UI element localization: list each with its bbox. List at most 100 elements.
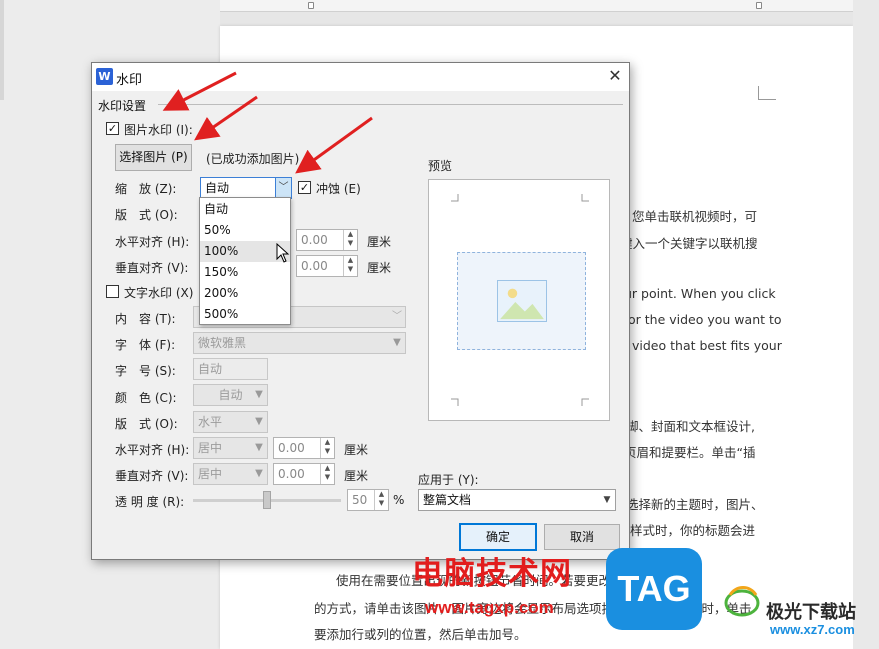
text-layout-value: 水平 bbox=[198, 415, 223, 429]
transparency-slider-thumb[interactable] bbox=[263, 491, 271, 509]
color-select-value: 自动 bbox=[218, 388, 243, 402]
text-v-offset-value: 0.00 bbox=[278, 467, 305, 481]
scale-select-value: 自动 bbox=[205, 181, 230, 195]
doc-text-line: 样式时，你的标题会进 bbox=[630, 523, 756, 538]
picture-v-offset-input[interactable]: 0.00 ▲ ▼ bbox=[296, 255, 358, 277]
spinner-arrows-icon[interactable]: ▲ ▼ bbox=[320, 464, 334, 484]
text-layout-label: 版 式 (O): bbox=[115, 417, 178, 431]
text-layout-select[interactable]: 水平 ▼ bbox=[193, 411, 268, 433]
crop-mark-icon bbox=[451, 398, 459, 406]
text-v-align-label: 垂直对齐 (V): bbox=[115, 469, 189, 483]
content-label: 内 容 (T): bbox=[115, 312, 176, 326]
apply-to-value: 整篇文档 bbox=[423, 493, 472, 507]
page-corner-mark bbox=[758, 86, 776, 100]
ruler-right-marker[interactable] bbox=[756, 2, 762, 9]
doc-text-line: 页眉和提要栏。单击“插 bbox=[624, 445, 756, 460]
transparency-value: 50 bbox=[352, 493, 368, 507]
scale-option[interactable]: 自动 bbox=[200, 199, 290, 220]
horizontal-ruler[interactable] bbox=[220, 0, 860, 12]
select-picture-button[interactable]: 选择图片 (P) bbox=[115, 144, 192, 171]
picture-added-status: (已成功添加图片) bbox=[206, 152, 300, 166]
watermark-dialog: W 水印 ✕ 水印设置 ✓ 图片水印 (I): 选择图片 (P) (已成功添加图… bbox=[91, 62, 630, 560]
watermark-settings-label: 水印设置 bbox=[98, 99, 147, 113]
text-h-offset-input[interactable]: 0.00 ▲ ▼ bbox=[273, 437, 335, 459]
text-h-unit: 厘米 bbox=[344, 443, 369, 457]
picture-watermark-checkbox[interactable]: ✓ bbox=[106, 122, 119, 135]
triangle-down-icon[interactable]: ▼ bbox=[251, 385, 267, 405]
aurora-logo-icon bbox=[724, 586, 760, 617]
scale-label: 缩 放 (Z): bbox=[115, 182, 177, 196]
apply-to-select[interactable]: 整篇文档 ▼ bbox=[418, 489, 616, 511]
site-watermark-url: www.tagxp.com bbox=[425, 598, 554, 617]
doc-text-line: 要添加行或列的位置，然后单击加号。 bbox=[314, 627, 527, 642]
triangle-down-icon[interactable]: ▼ bbox=[389, 333, 405, 353]
chevron-down-icon[interactable]: ﹀ bbox=[389, 307, 405, 327]
close-icon[interactable]: ✕ bbox=[604, 65, 626, 87]
triangle-down-icon[interactable]: ▼ bbox=[251, 412, 267, 432]
text-h-offset-value: 0.00 bbox=[278, 441, 305, 455]
spinner-arrows-icon[interactable]: ▲ ▼ bbox=[343, 230, 357, 250]
picture-h-offset-value: 0.00 bbox=[301, 233, 328, 247]
text-v-align-value: 居中 bbox=[198, 467, 223, 481]
doc-text-line: or the video you want to bbox=[628, 312, 782, 327]
spinner-arrows-icon[interactable]: ▲ ▼ bbox=[320, 438, 334, 458]
apply-to-label: 应用于 (Y): bbox=[418, 473, 479, 487]
dialog-titlebar[interactable]: W 水印 ✕ bbox=[92, 63, 629, 91]
picture-v-offset-value: 0.00 bbox=[301, 259, 328, 273]
text-v-offset-input[interactable]: 0.00 ▲ ▼ bbox=[273, 463, 335, 485]
ok-button[interactable]: 确定 bbox=[459, 523, 537, 551]
text-watermark-label: 文字水印 (X) bbox=[124, 286, 194, 300]
cancel-button[interactable]: 取消 bbox=[544, 524, 620, 550]
text-watermark-checkbox[interactable] bbox=[106, 285, 119, 298]
transparency-label: 透 明 度 (R): bbox=[115, 495, 185, 509]
doc-text-line: 键入一个关键字以联机搜 bbox=[620, 236, 758, 251]
image-placeholder-icon bbox=[497, 280, 547, 322]
site-watermark-text: 电脑技术网 bbox=[412, 556, 572, 592]
crop-mark-icon bbox=[581, 398, 589, 406]
dialog-title: 水印 bbox=[116, 73, 143, 88]
crop-mark-icon bbox=[451, 194, 459, 202]
text-h-align-value: 居中 bbox=[198, 441, 223, 455]
mouse-cursor-icon bbox=[276, 243, 290, 263]
triangle-down-icon[interactable]: ▼ bbox=[251, 464, 267, 484]
group-divider bbox=[158, 104, 623, 105]
spinner-arrows-icon[interactable]: ▲ ▼ bbox=[343, 256, 357, 276]
size-label: 字 号 (S): bbox=[115, 364, 176, 378]
font-label: 字 体 (F): bbox=[115, 338, 176, 352]
doc-text-line: ur point. When you click bbox=[624, 286, 776, 301]
brand2-watermark-url: www.xz7.com bbox=[770, 622, 855, 637]
crop-mark-icon bbox=[581, 194, 589, 202]
picture-v-unit: 厘米 bbox=[367, 261, 392, 275]
font-select[interactable]: 微软雅黑 ▼ bbox=[193, 332, 406, 354]
font-select-value: 微软雅黑 bbox=[198, 336, 247, 350]
ruler-indent-marker[interactable] bbox=[308, 2, 314, 9]
color-label: 颜 色 (C): bbox=[115, 391, 177, 405]
spinner-arrows-icon[interactable]: ▲ ▼ bbox=[374, 490, 388, 510]
doc-text-line: 脚、封面和文本框设计, bbox=[626, 419, 755, 434]
preview-label: 预览 bbox=[428, 159, 453, 173]
doc-text-line: video that best fits your bbox=[632, 338, 782, 353]
picture-h-offset-input[interactable]: 0.00 ▲ ▼ bbox=[296, 229, 358, 251]
percent-sign: % bbox=[393, 493, 405, 507]
scale-option[interactable]: 150% bbox=[200, 262, 290, 283]
color-select[interactable]: 自动 ▼ bbox=[193, 384, 268, 406]
text-v-align-select[interactable]: 居中 ▼ bbox=[193, 463, 268, 485]
size-combobox[interactable]: 自动 bbox=[193, 358, 268, 380]
scale-select[interactable]: 自动 ﹀ bbox=[200, 177, 292, 199]
picture-layout-label: 版 式 (O): bbox=[115, 208, 178, 222]
size-value: 自动 bbox=[198, 362, 223, 376]
washout-checkbox[interactable]: ✓ bbox=[298, 181, 311, 194]
scale-option[interactable]: 200% bbox=[200, 283, 290, 304]
scale-option[interactable]: 50% bbox=[200, 220, 290, 241]
text-h-align-select[interactable]: 居中 ▼ bbox=[193, 437, 268, 459]
transparency-input[interactable]: 50 ▲ ▼ bbox=[347, 489, 389, 511]
doc-text-line: 选择新的主题时，图片、 bbox=[626, 497, 764, 512]
brand2-watermark-text: 极光下载站 bbox=[766, 602, 856, 623]
triangle-down-icon[interactable]: ▼ bbox=[251, 438, 267, 458]
preview-watermark-area bbox=[457, 252, 586, 350]
triangle-down-icon[interactable]: ▼ bbox=[599, 490, 615, 510]
picture-h-align-label: 水平对齐 (H): bbox=[115, 235, 190, 249]
chevron-down-icon[interactable]: ﹀ bbox=[275, 178, 291, 198]
scale-option[interactable]: 500% bbox=[200, 304, 290, 325]
tag-logo: TAG bbox=[606, 548, 702, 630]
